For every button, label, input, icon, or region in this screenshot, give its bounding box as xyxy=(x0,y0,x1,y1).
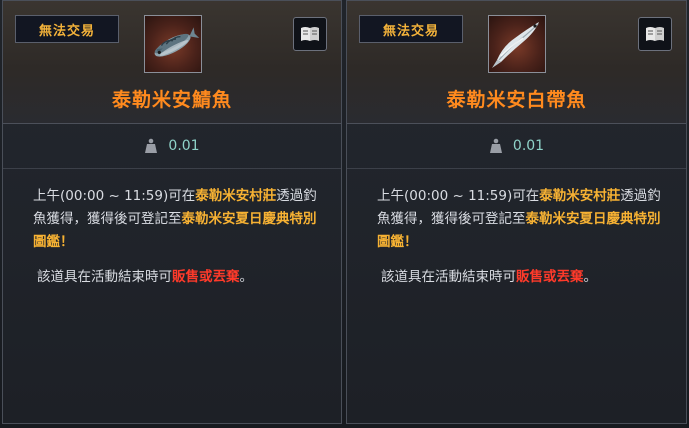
tooltip-header: 無法交易 泰勒米安白帶魚 xyxy=(347,1,686,124)
item-description: 上午(00:00 ~ 11:59)可在泰勒米安村莊透過釣魚獲得，獲得後可登記至泰… xyxy=(347,169,686,254)
weight-value: 0.01 xyxy=(512,138,545,154)
notice-text: 。 xyxy=(239,269,254,285)
item-title: 泰勒米安白帶魚 xyxy=(446,89,587,111)
desc-text: ！ xyxy=(404,234,418,250)
book-icon xyxy=(646,27,664,41)
collection-book-button[interactable] xyxy=(293,17,327,51)
tooltip-header: 無法交易 泰勒米安鯖魚 xyxy=(3,1,341,124)
mackerel-fish-icon[interactable] xyxy=(144,15,202,73)
desc-place: 泰勒米安村莊 xyxy=(539,188,621,204)
item-notice: 該道具在活動結束時可販售或丟棄。 xyxy=(3,254,341,288)
untradable-badge: 無法交易 xyxy=(15,15,119,43)
notice-action: 販售或丟棄 xyxy=(172,269,240,285)
desc-place: 泰勒米安村莊 xyxy=(195,188,277,204)
notice-text: 該道具在活動結束時可 xyxy=(381,269,516,285)
desc-text: 上午(00:00 ~ 11:59)可在 xyxy=(33,188,196,204)
desc-text: ！ xyxy=(60,234,74,250)
item-tooltip-mackerel: 無法交易 泰勒米安鯖魚 0.01 上午(00:00 ~ 11:59)可在泰勒米安… xyxy=(2,0,342,424)
desc-text: 上午(00:00 ~ 11:59)可在 xyxy=(377,188,540,204)
weight-value: 0.01 xyxy=(168,138,200,154)
book-icon xyxy=(301,27,319,41)
item-title: 泰勒米安鯖魚 xyxy=(111,89,232,111)
item-tooltip-hairtail: 無法交易 泰勒米安白帶魚 0.01 上午(00:00 ~ 11:59)可在泰勒米… xyxy=(346,0,687,424)
weight-icon xyxy=(145,138,158,153)
hairtail-fish-icon[interactable] xyxy=(488,15,546,73)
item-notice: 該道具在活動結束時可販售或丟棄。 xyxy=(347,254,686,288)
tooltip-stage: 無法交易 泰勒米安鯖魚 0.01 上午(00:00 ~ 11:59)可在泰勒米安… xyxy=(0,0,689,428)
notice-text: 。 xyxy=(583,269,598,285)
collection-book-button[interactable] xyxy=(638,17,672,51)
weight-row: 0.01 xyxy=(3,124,341,169)
item-description: 上午(00:00 ~ 11:59)可在泰勒米安村莊透過釣魚獲得，獲得後可登記至泰… xyxy=(3,169,341,254)
untradable-badge: 無法交易 xyxy=(359,15,463,43)
weight-row: 0.01 xyxy=(347,124,686,169)
notice-text: 該道具在活動結束時可 xyxy=(37,269,172,285)
weight-icon xyxy=(489,138,502,153)
notice-action: 販售或丟棄 xyxy=(516,269,584,285)
